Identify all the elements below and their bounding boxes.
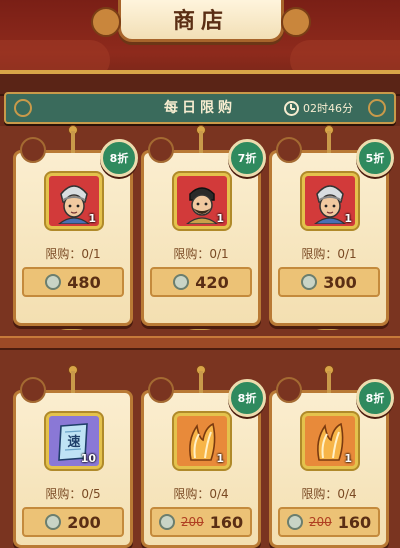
shop-item-card[interactable]: 8折 1 限购：0/4 200 160 bbox=[141, 365, 266, 548]
discount-text: 8折 bbox=[365, 392, 385, 405]
shop-title: 商店 bbox=[172, 9, 229, 34]
hanger-rope bbox=[199, 371, 203, 393]
buy-button[interactable]: 200 160 bbox=[150, 507, 252, 537]
shop-item-card[interactable]: 8折 1 限购：0/4 200 160 bbox=[269, 365, 394, 548]
ornament-icon bbox=[368, 99, 386, 117]
discount-badge: 8折 bbox=[356, 379, 394, 417]
purchase-limit: 限购：0/4 bbox=[301, 487, 357, 501]
shop-item-card[interactable]: 速 10 限购：0/5 200 bbox=[13, 365, 133, 548]
discount-text: 5折 bbox=[365, 152, 385, 165]
emblem-icon bbox=[276, 137, 302, 163]
buy-button[interactable]: 200 160 bbox=[278, 507, 380, 537]
price-value: 160 bbox=[337, 512, 372, 532]
price-value: 300 bbox=[323, 272, 357, 292]
shop-item-card[interactable]: 5折 1 限购：0/1 300 bbox=[269, 125, 394, 326]
shop-item-card[interactable]: 7折 1 限购：0/1 420 bbox=[141, 125, 266, 326]
hanger-rope bbox=[71, 371, 75, 393]
clock-icon bbox=[284, 100, 299, 116]
refresh-timer: 02时46分 bbox=[284, 98, 353, 118]
discount-text: 7折 bbox=[237, 152, 257, 165]
daily-limited-bar: 每日限购 02时46分 bbox=[4, 92, 396, 124]
silver-coin-icon bbox=[45, 514, 62, 530]
discount-badge: 7折 bbox=[228, 139, 266, 177]
item-quantity: 1 bbox=[216, 452, 224, 465]
price-value: 480 bbox=[67, 272, 101, 292]
emblem-icon bbox=[148, 377, 174, 403]
discount-badge: 8折 bbox=[228, 379, 266, 417]
hanger-rope bbox=[199, 131, 203, 153]
buy-button[interactable]: 300 bbox=[278, 267, 380, 297]
emblem-icon bbox=[20, 377, 46, 403]
item-quantity: 1 bbox=[344, 452, 352, 465]
item-slot[interactable]: 1 bbox=[174, 413, 230, 469]
silver-coin-icon bbox=[301, 274, 318, 290]
item-quantity: 1 bbox=[216, 212, 224, 225]
price-value: 420 bbox=[195, 272, 229, 292]
item-quantity: 10 bbox=[80, 452, 96, 465]
hanger-rope bbox=[327, 371, 331, 393]
buy-button[interactable]: 200 bbox=[22, 507, 124, 537]
hanger-rope bbox=[71, 131, 75, 153]
purchase-limit: 限购：0/1 bbox=[301, 247, 357, 261]
discount-text: 8折 bbox=[237, 392, 257, 405]
buy-button[interactable]: 480 bbox=[22, 267, 124, 297]
svg-text:速: 速 bbox=[67, 434, 80, 450]
shop-item-card[interactable]: 8折 1 限购：0/1 480 bbox=[13, 125, 138, 326]
hanger-rope bbox=[327, 131, 331, 153]
item-quantity: 1 bbox=[88, 212, 96, 225]
purchase-limit: 限购：0/4 bbox=[173, 487, 229, 501]
silver-coin-icon bbox=[286, 514, 303, 530]
emblem-icon bbox=[148, 137, 174, 163]
price-value: 200 bbox=[67, 512, 101, 532]
item-slot[interactable]: 1 bbox=[174, 173, 230, 229]
price-value: 160 bbox=[209, 512, 244, 532]
timer-text: 02时46分 bbox=[303, 102, 353, 115]
original-price: 200 bbox=[308, 515, 332, 529]
emblem-icon bbox=[276, 377, 302, 403]
discount-badge: 5折 bbox=[356, 139, 394, 177]
silver-coin-icon bbox=[158, 514, 175, 530]
emblem-icon bbox=[20, 137, 46, 163]
item-slot[interactable]: 速 10 bbox=[46, 413, 102, 469]
silver-coin-icon bbox=[45, 274, 62, 290]
shelf-divider bbox=[0, 336, 400, 350]
item-slot[interactable]: 1 bbox=[302, 173, 358, 229]
item-slot[interactable]: 1 bbox=[302, 413, 358, 469]
discount-badge: 8折 bbox=[100, 139, 138, 177]
purchase-limit: 限购：0/1 bbox=[173, 247, 229, 261]
shop-title-plaque: 商店 bbox=[91, 0, 311, 42]
purchase-limit: 限购：0/1 bbox=[45, 247, 101, 261]
purchase-limit: 限购：0/5 bbox=[45, 487, 101, 501]
original-price: 200 bbox=[180, 515, 204, 529]
silver-coin-icon bbox=[173, 274, 190, 290]
discount-text: 8折 bbox=[109, 152, 129, 165]
item-quantity: 1 bbox=[344, 212, 352, 225]
item-slot[interactable]: 1 bbox=[46, 173, 102, 229]
buy-button[interactable]: 420 bbox=[150, 267, 252, 297]
